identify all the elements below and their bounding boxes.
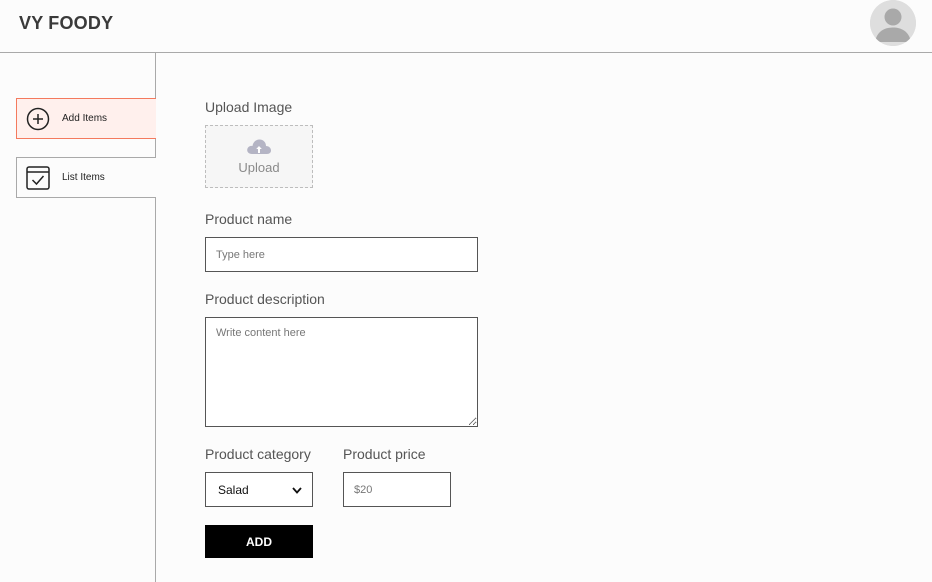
sidebar-item-add-items[interactable]: Add Items <box>16 98 156 139</box>
chevron-down-icon <box>292 483 302 497</box>
sidebar: Add Items List Items <box>0 53 156 582</box>
upload-button-text: Upload <box>238 160 280 175</box>
cloud-upload-icon <box>246 138 272 160</box>
add-circle-icon <box>25 106 51 132</box>
sidebar-item-label: Add Items <box>62 113 108 124</box>
sidebar-item-label: List Items <box>62 172 105 183</box>
product-category-label: Product category <box>205 446 311 462</box>
sidebar-item-list-items[interactable]: List Items <box>16 157 156 198</box>
top-navbar: VY FOODY <box>0 0 932 53</box>
upload-image-label: Upload Image <box>205 99 293 115</box>
product-category-select[interactable]: Salad <box>205 472 313 507</box>
image-upload-area[interactable]: Upload <box>205 125 313 188</box>
product-description-label: Product description <box>205 291 325 307</box>
product-name-label: Product name <box>205 211 293 227</box>
checklist-icon <box>25 165 51 191</box>
product-description-textarea[interactable] <box>205 317 478 427</box>
product-price-label: Product price <box>343 446 426 462</box>
selected-category: Salad <box>218 482 249 497</box>
app-logo[interactable]: VY FOODY <box>19 13 113 34</box>
add-item-form: Upload Image Upload Product name Product… <box>156 53 932 582</box>
product-name-input[interactable] <box>205 237 478 272</box>
user-avatar-icon[interactable] <box>870 0 916 46</box>
product-price-input[interactable] <box>343 472 451 507</box>
add-button[interactable]: ADD <box>205 525 313 558</box>
